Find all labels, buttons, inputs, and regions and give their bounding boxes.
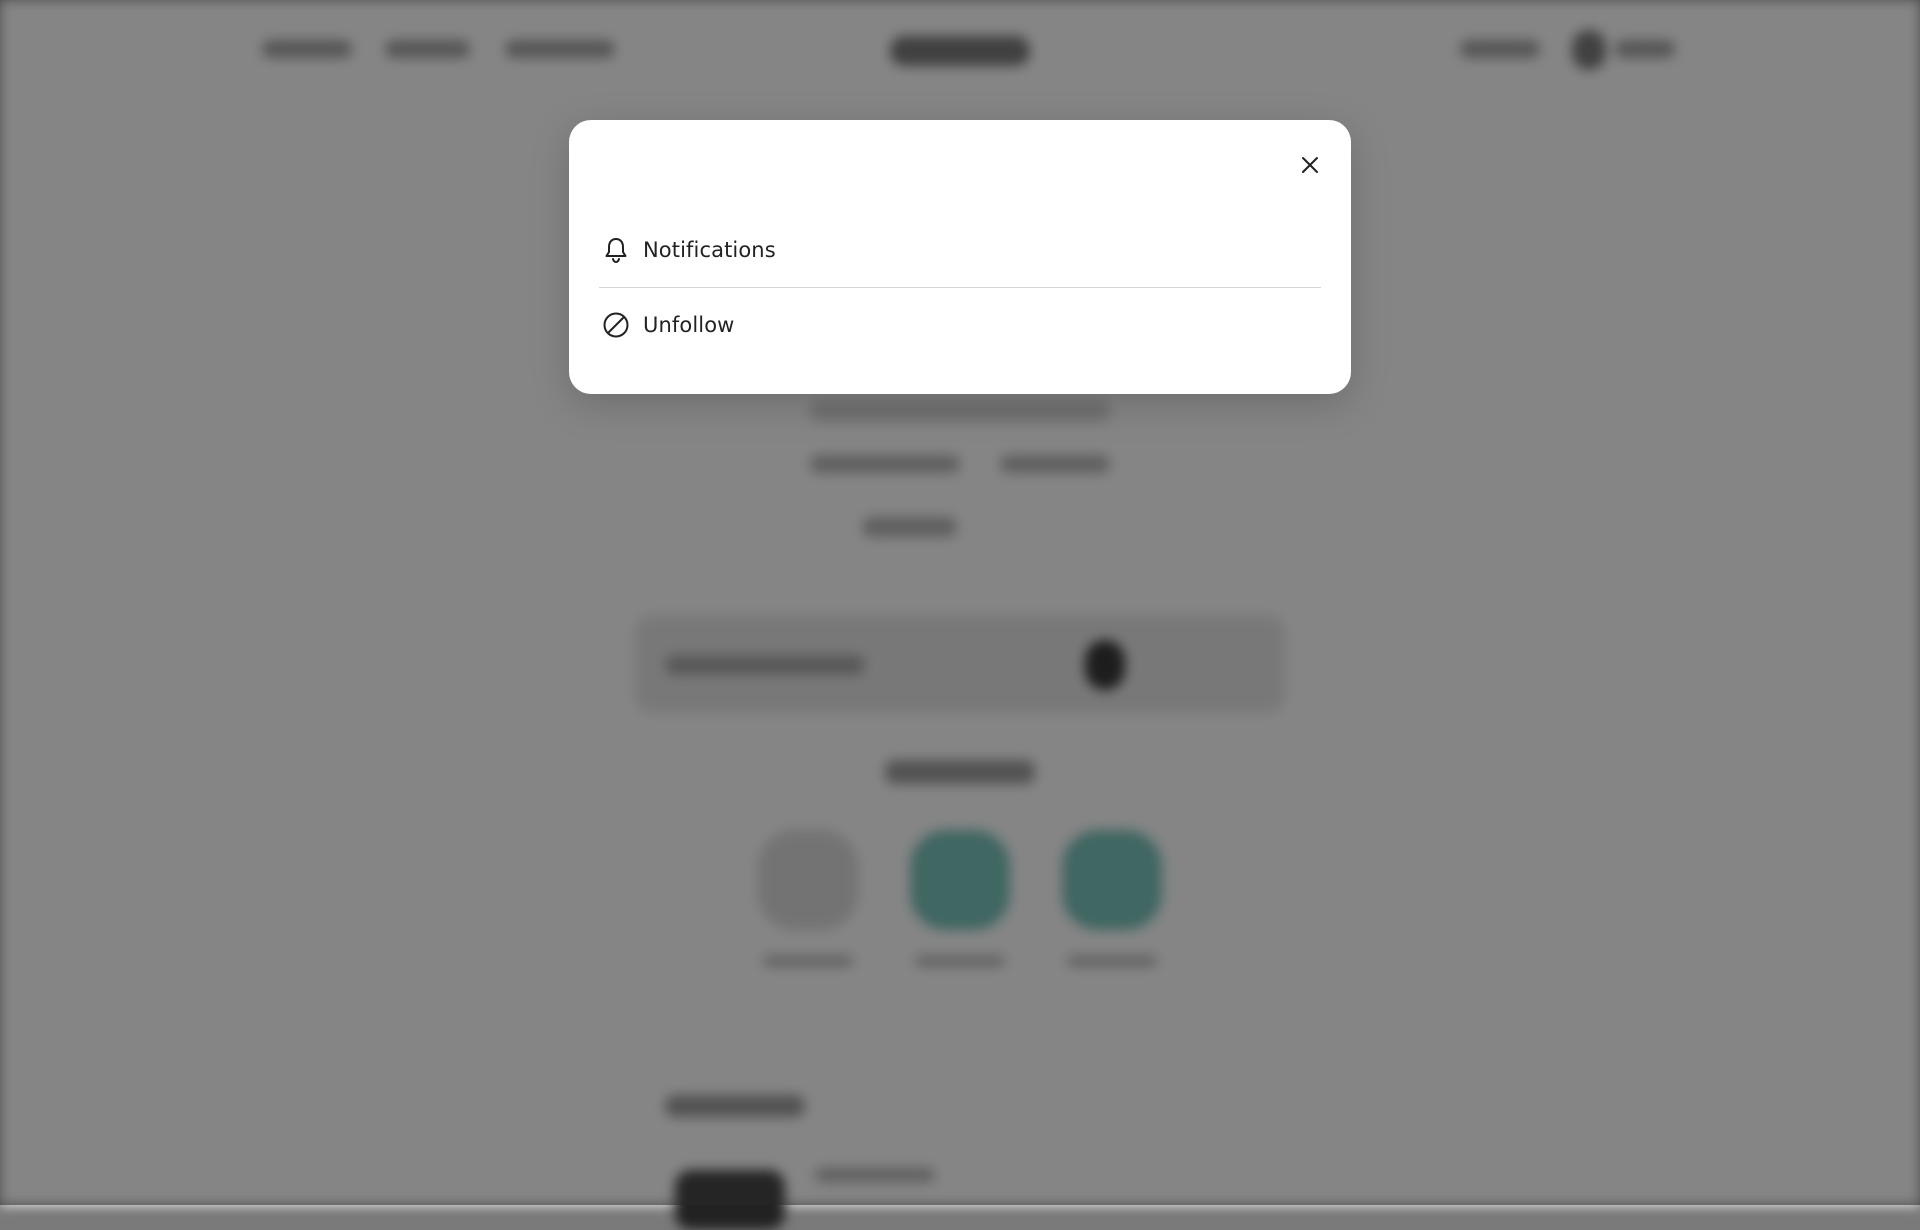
block-icon <box>601 310 631 340</box>
close-icon <box>1302 157 1318 173</box>
menu-item-label: Unfollow <box>643 313 735 337</box>
bell-icon <box>601 235 631 265</box>
close-button[interactable] <box>1295 150 1325 180</box>
menu-item-unfollow[interactable]: Unfollow <box>599 290 1321 360</box>
follow-options-modal: Notifications Unfollow <box>569 120 1351 394</box>
menu-item-label: Notifications <box>643 238 776 262</box>
menu-item-notifications[interactable]: Notifications <box>599 215 1321 285</box>
menu-divider <box>599 287 1321 288</box>
